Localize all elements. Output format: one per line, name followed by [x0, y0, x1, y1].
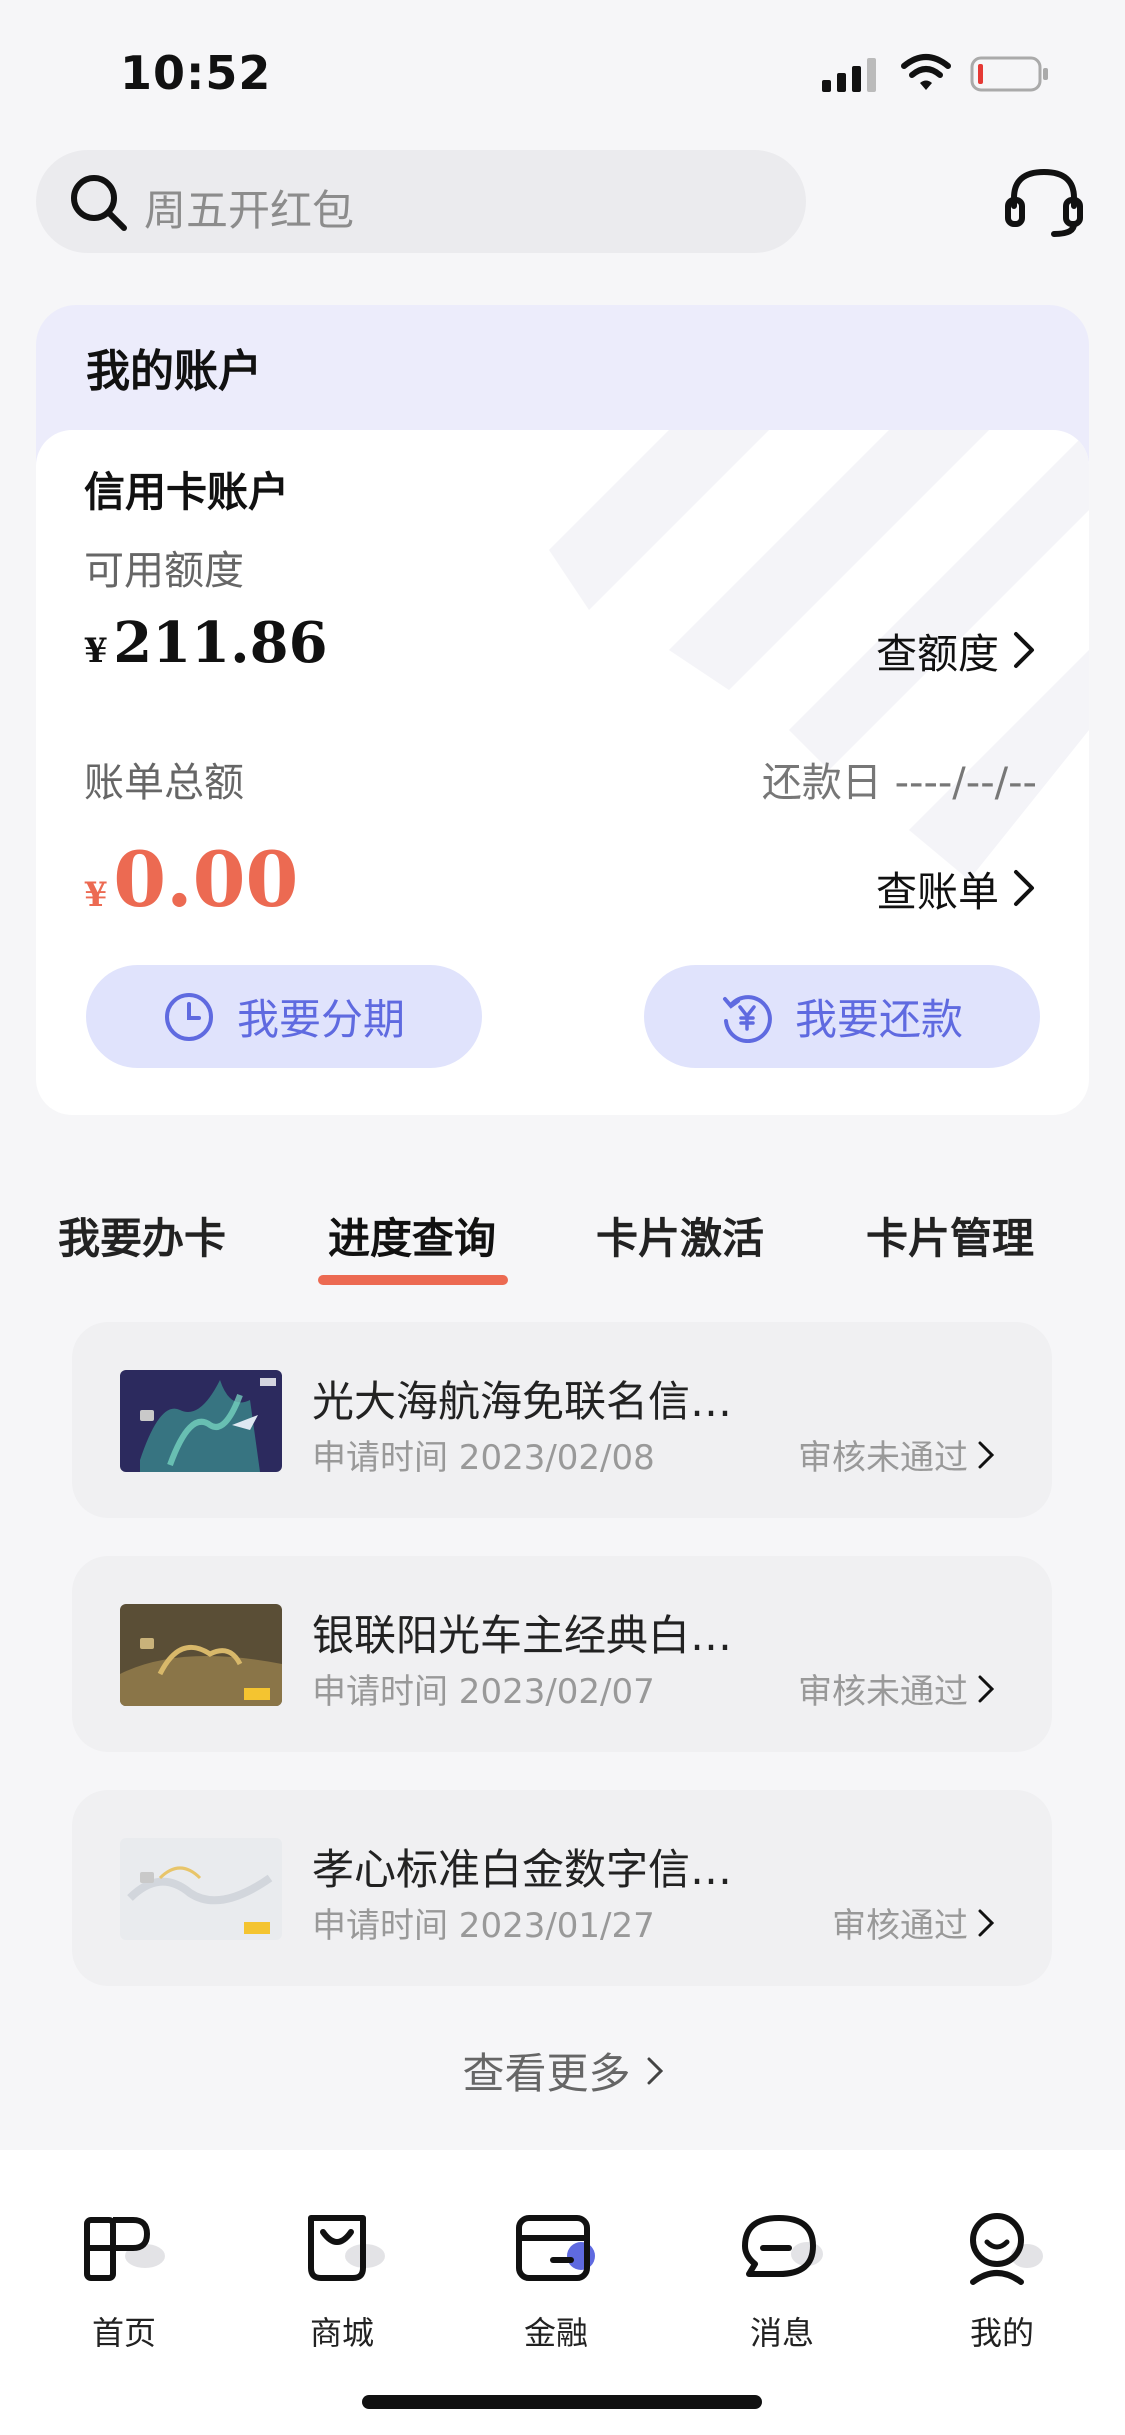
card-thumbnail [120, 1838, 282, 1940]
nav-label-messages: 消息 [749, 2314, 814, 2352]
check-limit-label: 查额度 [876, 630, 999, 678]
nav-item-messages[interactable]: 消息 [712, 2210, 852, 2354]
chevron-right-icon [647, 2057, 663, 2084]
application-date: 申请时间 2023/01/27 [312, 1906, 655, 1946]
card-thumbnail [120, 1604, 282, 1706]
finance-icon [516, 2215, 595, 2281]
application-date: 申请时间 2023/02/08 [312, 1438, 655, 1478]
shop-icon [308, 2215, 385, 2281]
application-item[interactable]: 银联阳光车主经典白… 申请时间 2023/02/07 审核未通过 [72, 1556, 1052, 1752]
chevron-right-icon [978, 1441, 994, 1468]
repay-label: 我要还款 [794, 995, 963, 1044]
repay-button[interactable]: 我要还款 [644, 965, 1040, 1068]
wifi-icon [901, 54, 951, 90]
available-limit-value: 211.86 [113, 610, 328, 676]
application-title: 光大海航海免联名信… [312, 1377, 733, 1426]
chevron-right-icon [978, 1675, 994, 1702]
nav-item-profile[interactable]: 我的 [932, 2210, 1072, 2354]
application-status: 审核未通过 [798, 1664, 994, 1713]
application-status-label: 审核未通过 [798, 1672, 968, 1712]
currency-symbol: ¥ [84, 631, 108, 671]
tab-apply-card[interactable]: 我要办卡 [58, 1205, 226, 1266]
clock-icon [164, 992, 213, 1041]
check-bill-label: 查账单 [876, 868, 999, 916]
active-tab-indicator [318, 1275, 508, 1285]
application-title: 银联阳光车主经典白… [312, 1611, 733, 1660]
application-status: 审核未通过 [798, 1430, 994, 1479]
card-thumbnail [120, 1370, 282, 1472]
battery-icon [970, 56, 1048, 92]
status-bar: 10:52 [0, 0, 1125, 140]
credit-account-title: 信用卡账户 [84, 468, 289, 516]
status-time: 10:52 [120, 46, 272, 100]
application-title: 孝心标准白金数字信… [312, 1845, 733, 1894]
search-placeholder: 周五开红包 [144, 186, 355, 235]
nav-label-shop: 商城 [309, 2314, 374, 2352]
my-account-panel: 我的账户 信用卡账户 可用额度 ¥ 211.86 查额度 账单总额 还款日 --… [36, 305, 1089, 1115]
chevron-right-icon [1014, 870, 1034, 906]
nav-label-profile: 我的 [969, 2314, 1034, 2352]
nav-label-finance: 金融 [523, 2314, 588, 2352]
due-date-label: 还款日 ----/--/-- [761, 760, 1037, 806]
installment-label: 我要分期 [236, 995, 405, 1044]
credit-card-account: 信用卡账户 可用额度 ¥ 211.86 查额度 账单总额 还款日 ----/--… [36, 430, 1089, 1115]
nav-item-home[interactable]: 首页 [54, 2210, 194, 2354]
application-status-label: 审核通过 [832, 1906, 968, 1946]
search-icon [71, 175, 127, 231]
search-bar[interactable]: 周五开红包 [36, 150, 806, 253]
installment-button[interactable]: 我要分期 [86, 965, 482, 1068]
bottom-navigation: 首页 商城 金融 消息 我的 [0, 2150, 1125, 2435]
account-title: 我的账户 [86, 346, 262, 397]
application-status: 审核通过 [832, 1898, 994, 1947]
bill-total-value: 0.00 [113, 835, 299, 924]
service-tabs: 我要办卡 进度查询 卡片激活 卡片管理 [0, 1195, 1125, 1295]
message-icon [742, 2215, 823, 2277]
tab-progress-query[interactable]: 进度查询 [328, 1205, 496, 1266]
nav-item-finance[interactable]: 金融 [486, 2210, 626, 2354]
signal-icon [822, 58, 876, 92]
chevron-right-icon [978, 1909, 994, 1936]
application-date: 申请时间 2023/02/07 [312, 1672, 655, 1712]
profile-icon [970, 2213, 1043, 2285]
application-item[interactable]: 孝心标准白金数字信… 申请时间 2023/01/27 审核通过 [72, 1790, 1052, 1986]
view-more-label: 查看更多 [462, 2049, 631, 2098]
bill-total-label: 账单总额 [84, 760, 244, 806]
nav-item-shop[interactable]: 商城 [272, 2210, 412, 2354]
currency-symbol: ¥ [84, 875, 108, 915]
application-item[interactable]: 光大海航海免联名信… 申请时间 2023/02/08 审核未通过 [72, 1322, 1052, 1518]
available-limit-amount: ¥ 211.86 [84, 610, 328, 676]
check-limit-link[interactable]: 查额度 [876, 620, 1035, 680]
tab-card-management[interactable]: 卡片管理 [866, 1205, 1034, 1266]
chevron-right-icon [1014, 632, 1034, 668]
customer-service-icon[interactable] [1004, 164, 1084, 240]
check-bill-link[interactable]: 查账单 [876, 858, 1035, 918]
home-icon [84, 2217, 165, 2281]
available-limit-label: 可用额度 [84, 548, 244, 594]
tab-card-activation[interactable]: 卡片激活 [596, 1205, 764, 1266]
repay-yen-icon [722, 994, 772, 1043]
view-more-link[interactable]: 查看更多 [0, 2040, 1125, 2101]
application-status-label: 审核未通过 [798, 1438, 968, 1478]
home-indicator[interactable] [362, 2395, 762, 2409]
bill-total-amount: ¥ 0.00 [84, 835, 298, 924]
nav-label-home: 首页 [91, 2314, 156, 2352]
